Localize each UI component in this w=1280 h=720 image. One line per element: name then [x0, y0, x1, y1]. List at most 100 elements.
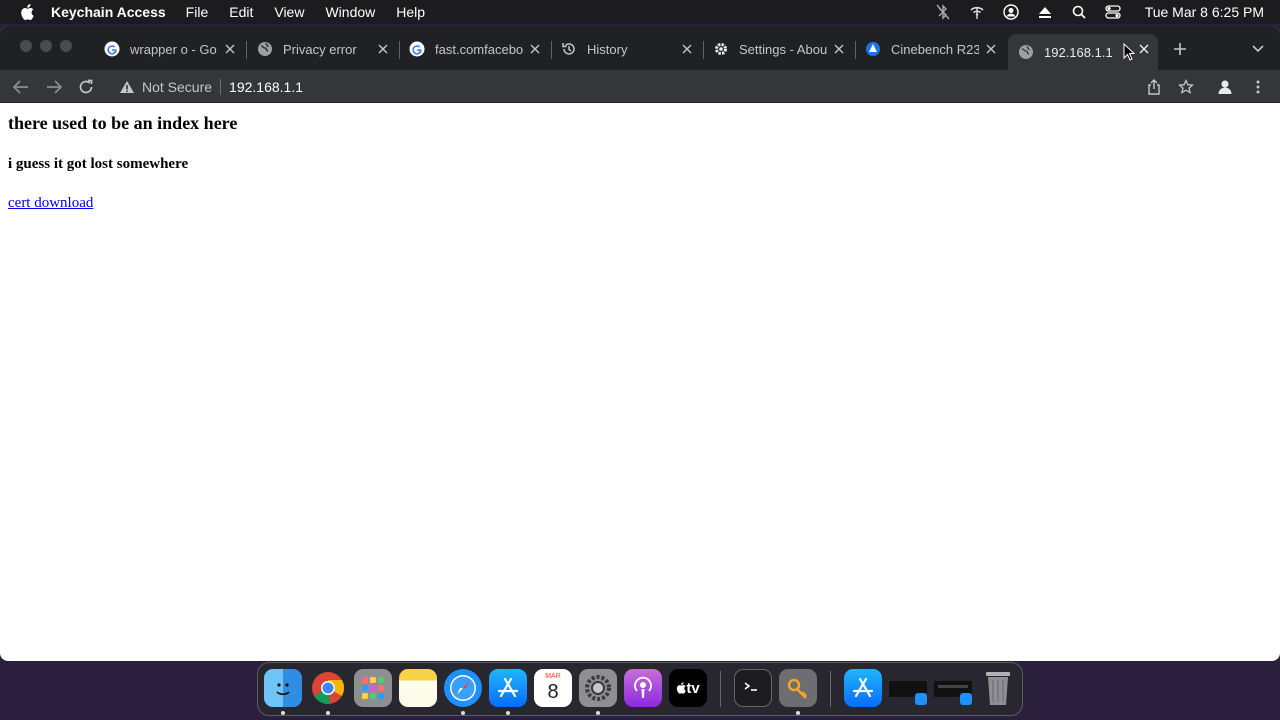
system-preferences-gear-icon[interactable]: [579, 669, 617, 707]
control-center-icon[interactable]: [1103, 2, 1123, 22]
close-window-button[interactable]: [20, 40, 32, 52]
dock-separator: [830, 671, 831, 707]
menu-file[interactable]: File: [186, 4, 209, 20]
window-controls: [20, 40, 72, 52]
tab-title: 192.168.1.1: [1044, 44, 1113, 60]
cert-download-link[interactable]: cert download: [8, 195, 93, 212]
tab-close-icon[interactable]: [375, 41, 391, 57]
trash-icon[interactable]: [979, 669, 1017, 707]
tab-separator: [246, 41, 247, 59]
minimized-window-thumbnail[interactable]: [889, 669, 927, 707]
tab-history[interactable]: History: [561, 34, 704, 64]
running-indicator: [281, 711, 285, 715]
tab-router-active[interactable]: 192.168.1.1: [1008, 34, 1158, 70]
address-bar[interactable]: Not Secure 192.168.1.1: [108, 72, 1208, 101]
safari-compass-icon[interactable]: [444, 669, 482, 707]
running-indicator: [596, 711, 600, 715]
apple-tv-icon[interactable]: tv: [669, 669, 707, 707]
browser-toolbar: Not Secure 192.168.1.1: [0, 70, 1280, 103]
menu-view[interactable]: View: [274, 4, 304, 20]
spotlight-search-icon[interactable]: [1069, 2, 1089, 22]
settings-gear-icon: [713, 41, 729, 57]
dock: MAR 8 tv: [257, 662, 1023, 716]
dock-separator: [720, 671, 721, 707]
share-icon[interactable]: [1144, 77, 1164, 97]
calendar-day: 8: [547, 681, 559, 703]
bookmark-star-icon[interactable]: [1176, 77, 1196, 97]
macos-menu-bar: Keychain Access File Edit View Window He…: [0, 0, 1280, 24]
tab-separator: [551, 41, 552, 59]
notes-icon[interactable]: [399, 669, 437, 707]
page-subheading: i guess it got lost somewhere: [8, 156, 189, 172]
tab-close-icon[interactable]: [983, 41, 999, 57]
podcasts-icon[interactable]: [624, 669, 662, 707]
terminal-icon[interactable]: [734, 669, 772, 707]
tab-close-icon[interactable]: [831, 41, 847, 57]
page-heading: there used to be an index here: [8, 113, 238, 133]
menu-help[interactable]: Help: [396, 4, 425, 20]
minimized-window-thumbnail[interactable]: [934, 669, 972, 707]
browser-window: wrapper o - Go Privacy error fast.comfac…: [0, 26, 1280, 661]
app-store-icon[interactable]: [489, 669, 527, 707]
profile-avatar-icon[interactable]: [1215, 77, 1235, 97]
launchpad-icon[interactable]: [354, 669, 392, 707]
minimize-window-button[interactable]: [40, 40, 52, 52]
menu-edit[interactable]: Edit: [229, 4, 253, 20]
active-app-name[interactable]: Keychain Access: [51, 4, 166, 20]
tab-title: History: [587, 41, 628, 57]
tab-wrapper[interactable]: wrapper o - Go: [104, 34, 247, 64]
user-account-icon[interactable]: [1001, 2, 1021, 22]
running-indicator: [506, 711, 510, 715]
tab-title: Settings - Abou: [739, 41, 827, 57]
tab-close-icon[interactable]: [222, 41, 238, 57]
apple-tv-label: tv: [686, 679, 700, 697]
warning-triangle-icon[interactable]: [118, 78, 136, 96]
wifi-icon[interactable]: [967, 2, 987, 22]
tab-privacy-error[interactable]: Privacy error: [257, 34, 400, 64]
tab-strip: wrapper o - Go Privacy error fast.comfac…: [0, 26, 1280, 70]
tab-search-chevron-icon[interactable]: [1248, 39, 1268, 59]
security-status-label[interactable]: Not Secure: [142, 79, 212, 95]
tab-separator: [703, 41, 704, 59]
google-icon: [409, 41, 425, 57]
tab-fast-com[interactable]: fast.comfacebo: [409, 34, 552, 64]
running-indicator: [796, 711, 800, 715]
apple-menu-icon[interactable]: [17, 2, 37, 22]
keychain-access-icon[interactable]: [779, 669, 817, 707]
calendar-icon[interactable]: MAR 8: [534, 669, 572, 707]
more-menu-icon[interactable]: [1248, 77, 1268, 97]
chrome-icon[interactable]: [309, 669, 347, 707]
running-indicator: [326, 711, 330, 715]
tab-close-icon[interactable]: [1136, 41, 1152, 57]
bluetooth-off-icon[interactable]: [933, 2, 953, 22]
forward-arrow-icon[interactable]: [44, 77, 64, 97]
cinebench-icon: [865, 41, 881, 57]
tab-cinebench[interactable]: Cinebench R23: [865, 34, 1005, 64]
app-store-downloads-icon[interactable]: [844, 669, 882, 707]
finder-icon[interactable]: [264, 669, 302, 707]
calendar-month: MAR: [545, 673, 561, 680]
tab-separator: [399, 41, 400, 59]
tab-close-icon[interactable]: [527, 41, 543, 57]
tab-separator: [855, 41, 856, 59]
reload-icon[interactable]: [76, 77, 96, 97]
tab-title: Cinebench R23: [891, 41, 979, 57]
running-indicator: [461, 711, 465, 715]
url-text[interactable]: 192.168.1.1: [229, 79, 303, 95]
tab-title: wrapper o - Go: [130, 41, 217, 57]
tab-title: Privacy error: [283, 41, 357, 57]
tab-title: fast.comfacebo: [435, 41, 523, 57]
menu-window[interactable]: Window: [325, 4, 375, 20]
back-arrow-icon[interactable]: [11, 77, 31, 97]
menubar-clock[interactable]: Tue Mar 8 6:25 PM: [1145, 4, 1264, 20]
eject-icon[interactable]: [1035, 2, 1055, 22]
tab-settings[interactable]: Settings - Abou: [713, 34, 856, 64]
tab-close-icon[interactable]: [679, 41, 695, 57]
omnibox-divider: [220, 78, 222, 95]
new-tab-plus-icon[interactable]: [1170, 39, 1190, 59]
page-content: there used to be an index here i guess i…: [0, 103, 1280, 220]
history-icon: [561, 41, 577, 57]
mouse-cursor-icon: [1123, 43, 1135, 61]
globe-icon: [257, 41, 273, 57]
zoom-window-button[interactable]: [60, 40, 72, 52]
